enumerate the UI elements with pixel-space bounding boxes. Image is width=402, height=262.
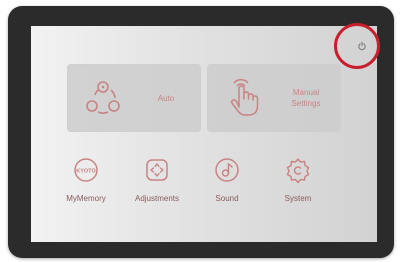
auto-mode-tile[interactable]: Auto [67, 64, 201, 132]
hand-tap-icon [230, 78, 259, 116]
power-button-highlight-ring [334, 23, 380, 69]
nav-adjustments[interactable]: Adjustments [122, 156, 192, 203]
auto-cycle-icon [86, 81, 120, 114]
nav-label-adjustments: Adjustments [134, 194, 180, 203]
system-gear-icon [286, 158, 310, 184]
nav-label-sound: Sound [215, 194, 239, 203]
my-memory-icon-text: KYOTO [76, 169, 96, 175]
nav-label-mymemory: MyMemory [66, 194, 106, 203]
nav-mymemory[interactable]: KYOTO MyMemory [51, 156, 121, 203]
my-memory-icon: KYOTO [74, 158, 98, 182]
auto-tile-label: Auto [157, 93, 175, 103]
nav-system[interactable]: System [263, 156, 333, 203]
touch-screen: Auto Manual Settings KYOTO MyMemory Adju… [31, 26, 377, 242]
nav-label-system: System [284, 194, 312, 203]
nav-sound[interactable]: Sound [192, 156, 262, 203]
manual-tile-label: Manual Settings [291, 88, 321, 108]
manual-settings-tile[interactable]: Manual Settings [207, 64, 341, 132]
music-note-icon [215, 158, 239, 182]
adjustments-icon [146, 159, 168, 181]
